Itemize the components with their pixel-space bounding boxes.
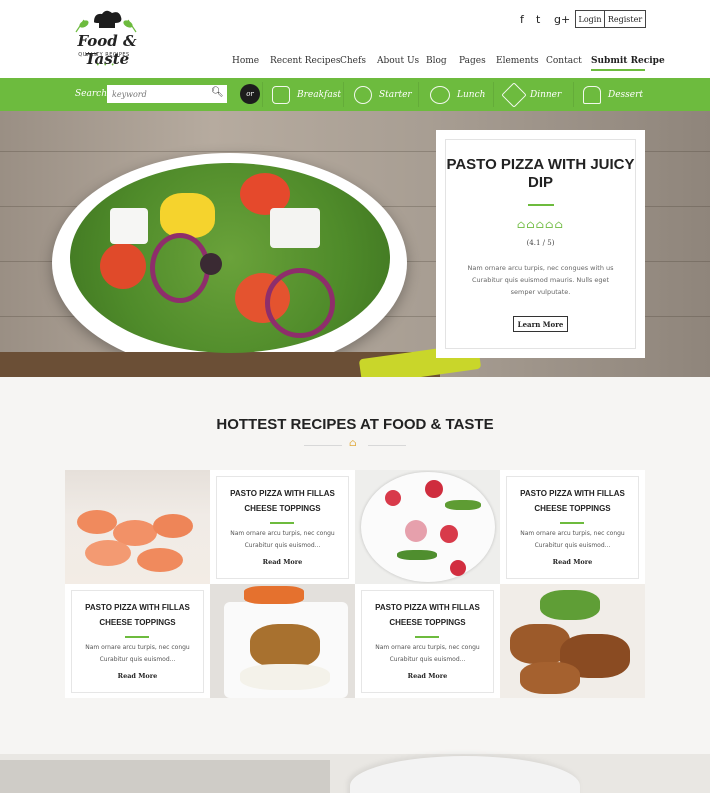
- logo-subtitle: QUALITY RECIPES: [78, 52, 130, 58]
- rating-hats-icon: ⌂⌂⌂⌂⌂: [516, 218, 564, 231]
- nav-chefs[interactable]: Chefs: [340, 56, 366, 66]
- card-underline: [125, 636, 149, 638]
- shrimp: [137, 548, 183, 572]
- login-button[interactable]: Login: [575, 10, 605, 28]
- recipe-card-title[interactable]: PASTO PIZZA WITH FILLAS CHEESE TOPPINGS: [506, 486, 639, 516]
- radish: [450, 560, 466, 576]
- nav-submit-recipe[interactable]: Submit Recipe: [591, 56, 665, 66]
- divider: [343, 82, 344, 107]
- hero-description: Nam ornare arcu turpis, nec congues with…: [467, 264, 614, 296]
- nav-recent-recipes[interactable]: Recent Recipes: [270, 56, 340, 66]
- category-label: Lunch: [457, 89, 486, 100]
- search-bar: Search 🔍︎ or Breakfast Starter Lunch Din…: [0, 78, 710, 111]
- divider: [262, 82, 263, 107]
- read-more-link[interactable]: Read More: [506, 558, 639, 566]
- shrimp: [153, 514, 193, 538]
- cupcake-icon: [583, 85, 601, 104]
- divider: [418, 82, 419, 107]
- hero-title: PASTO PIZZA WITH JUICY DIP: [446, 156, 635, 191]
- bowl-icon: [430, 85, 450, 104]
- learn-more-button[interactable]: Learn More: [513, 316, 568, 332]
- card-underline: [560, 522, 584, 524]
- radish: [425, 480, 443, 498]
- leaf: [445, 500, 481, 510]
- divider: [493, 82, 494, 107]
- nav-contact[interactable]: Contact: [546, 56, 582, 66]
- divider: [573, 82, 574, 107]
- feta: [270, 208, 320, 248]
- ornament-line: [304, 445, 342, 446]
- hero-title-underline: [528, 204, 554, 206]
- nav-about-us[interactable]: About Us: [377, 56, 419, 66]
- nav-active-indicator: [591, 69, 645, 71]
- read-more-link[interactable]: Read More: [71, 672, 204, 680]
- search-input[interactable]: [107, 85, 227, 103]
- read-more-link[interactable]: Read More: [216, 558, 349, 566]
- category-label: Dessert: [608, 89, 644, 100]
- recipe-card-desc: Nam ornare arcu turpis, nec congu Curabi…: [520, 530, 625, 549]
- radish-salad-image[interactable]: [355, 470, 500, 584]
- nav-blog[interactable]: Blog: [426, 56, 447, 66]
- category-breakfast[interactable]: Breakfast: [272, 78, 341, 111]
- section-title: HOTTEST RECIPES AT FOOD & TASTE: [216, 416, 494, 433]
- kitchen-background: [0, 760, 330, 793]
- grapes-icon: [354, 85, 372, 104]
- google-plus-icon[interactable]: g+: [554, 13, 570, 26]
- pepper: [160, 193, 215, 238]
- category-starter[interactable]: Starter: [354, 78, 412, 111]
- radish: [405, 520, 427, 542]
- ornament-line: [368, 445, 406, 446]
- site-logo[interactable]: Food & Taste QUALITY RECIPES • • •: [62, 6, 152, 72]
- twitter-icon[interactable]: t: [536, 13, 540, 26]
- search-label: Search: [75, 89, 107, 99]
- shrimp: [85, 540, 131, 566]
- curry: [250, 624, 320, 668]
- recipe-card-desc: Nam ornare arcu turpis, nec congu Curabi…: [375, 644, 480, 663]
- category-label: Dinner: [530, 89, 562, 100]
- or-badge: or: [240, 84, 260, 104]
- read-more-link[interactable]: Read More: [361, 672, 494, 680]
- curry-rice-image[interactable]: [210, 584, 355, 698]
- nav-home[interactable]: Home: [232, 56, 259, 66]
- card-underline: [270, 522, 294, 524]
- leaf: [397, 550, 437, 560]
- bread-icon: [272, 85, 290, 104]
- card-underline: [415, 636, 439, 638]
- nav-elements[interactable]: Elements: [496, 56, 539, 66]
- olive: [200, 253, 222, 275]
- radish: [440, 525, 458, 543]
- shrimp: [77, 510, 117, 534]
- category-label: Breakfast: [297, 89, 341, 100]
- search-icon[interactable]: 🔍︎: [211, 87, 224, 98]
- herbs: [540, 590, 600, 620]
- facebook-icon[interactable]: f: [520, 13, 524, 26]
- register-button[interactable]: Register: [604, 10, 646, 28]
- category-dinner[interactable]: Dinner: [501, 78, 562, 111]
- hero-rating: (4.1 / 5): [526, 239, 555, 247]
- recipe-card-title[interactable]: PASTO PIZZA WITH FILLAS CHEESE TOPPINGS: [216, 486, 349, 516]
- shrimp-image[interactable]: [65, 470, 210, 584]
- recipe-card-desc: Nam ornare arcu turpis, nec congu Curabi…: [85, 644, 190, 663]
- category-dessert[interactable]: Dessert: [583, 78, 643, 111]
- tomato: [100, 243, 146, 289]
- pizza-icon: [501, 81, 527, 108]
- chicken: [520, 662, 580, 694]
- carrots: [244, 586, 304, 604]
- grilled-chicken-image[interactable]: [500, 584, 645, 698]
- salad-image: [70, 163, 390, 353]
- radish: [385, 490, 401, 506]
- site-header: Food & Taste QUALITY RECIPES • • • f t g…: [0, 0, 710, 78]
- chef-hat-icon: ⌂: [349, 438, 357, 449]
- rice: [240, 664, 330, 690]
- category-label: Starter: [379, 89, 412, 100]
- nav-pages[interactable]: Pages: [459, 56, 486, 66]
- feta: [110, 208, 148, 244]
- recipe-card-desc: Nam ornare arcu turpis, nec congu Curabi…: [230, 530, 335, 549]
- category-lunch[interactable]: Lunch: [430, 78, 485, 111]
- onion: [265, 268, 335, 338]
- logo-dots: • • •: [96, 62, 116, 69]
- recipe-card-title[interactable]: PASTO PIZZA WITH FILLAS CHEESE TOPPINGS: [361, 600, 494, 630]
- recipe-card-title[interactable]: PASTO PIZZA WITH FILLAS CHEESE TOPPINGS: [71, 600, 204, 630]
